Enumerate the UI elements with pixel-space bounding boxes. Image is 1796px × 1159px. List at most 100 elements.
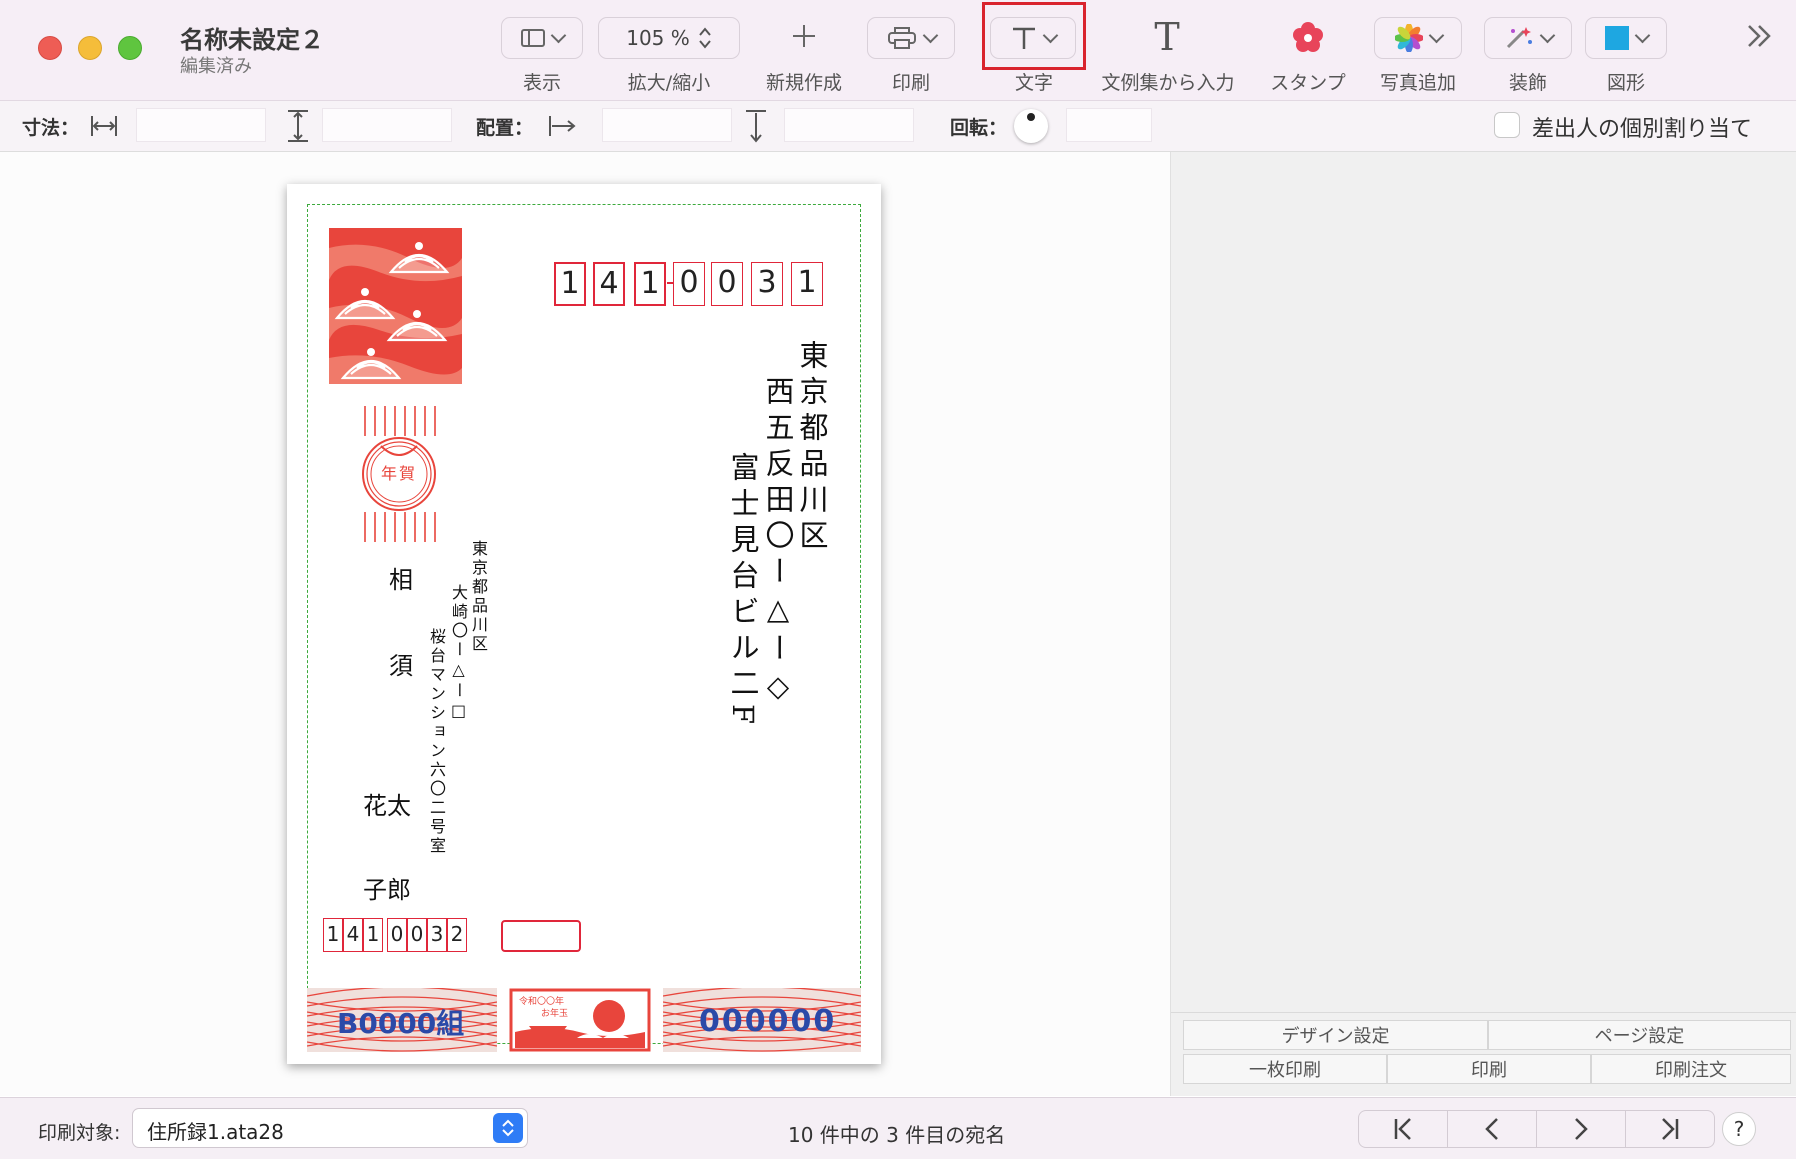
postmark-text: 年賀 (380, 464, 417, 483)
sender-zip-digit: 4 (343, 918, 363, 952)
sender-address-line-1[interactable]: 東京都品川区 (467, 540, 489, 654)
decoration-button[interactable] (1484, 17, 1572, 59)
new-label: 新規作成 (765, 72, 842, 94)
panel-divider (1171, 1012, 1796, 1013)
sender-zip-extra-box[interactable] (501, 920, 581, 952)
text-tool-icon (1012, 27, 1035, 49)
sender-name-4[interactable]: 子郎 (363, 870, 411, 905)
document-status: 編集済み (180, 56, 252, 77)
magic-wand-icon (1506, 27, 1532, 49)
width-input[interactable] (136, 108, 266, 142)
sender-name-2[interactable]: 須 (389, 646, 413, 681)
shape-button[interactable] (1585, 17, 1667, 59)
print-target-label: 印刷対象: (38, 1122, 121, 1144)
flower-stamp-icon (1293, 22, 1323, 52)
help-icon: ? (1733, 1117, 1745, 1141)
zoom-label: 拡大/縮小 (627, 72, 711, 94)
sender-address-line-2[interactable]: 大崎〇ー△ー□ (447, 584, 469, 723)
recipient-zip-digit: 0 (673, 262, 705, 306)
record-position: 10 件中の 3 件目の宛名 (788, 1123, 1006, 1147)
rotation-label: 回転： (950, 117, 1008, 139)
zoom-window-button[interactable] (118, 36, 142, 60)
chevron-right-icon (1575, 1118, 1588, 1140)
y-position-input[interactable] (784, 108, 914, 142)
status-bar: 印刷対象: 住所録1.ata28 10 件中の 3 件目の宛名 ? (0, 1097, 1796, 1159)
document-title: 名称未設定２ (180, 26, 324, 54)
postcard[interactable]: 年賀 1 4 1 0 0 3 1 東京都品川区 西五反田〇ー△ー◇ 富士見台ビル… (287, 184, 881, 1064)
sender-zip-digit: 0 (387, 918, 407, 952)
view-button[interactable] (501, 17, 583, 59)
banner-caption-2: お年玉 (541, 1009, 569, 1019)
square-shape-icon (1604, 26, 1629, 50)
inspector-panel: デザイン設定 ページ設定 一枚印刷 印刷 印刷注文 (1170, 152, 1796, 1096)
design-settings-button[interactable]: デザイン設定 (1183, 1020, 1488, 1050)
minimize-window-button[interactable] (78, 36, 102, 60)
sidebar-layout-icon (520, 29, 545, 47)
chevron-down-icon (1042, 27, 1058, 44)
recipient-address-line-1[interactable]: 東京都品川区 (794, 340, 830, 556)
printer-icon (887, 27, 916, 49)
sender-zip-digit: 2 (447, 918, 467, 952)
plus-icon (793, 25, 815, 47)
zoom-value: 105 % (626, 26, 690, 50)
sender-name-1[interactable]: 相 (389, 560, 413, 595)
print-order-button[interactable]: 印刷注文 (1591, 1054, 1791, 1084)
recipient-address-line-3[interactable]: 富士見台ビル二F (725, 452, 761, 731)
serif-t-icon: T (1154, 15, 1180, 59)
recipient-address-line-2[interactable]: 西五反田〇ー△ー◇ (760, 376, 796, 710)
next-record-button[interactable] (1536, 1110, 1626, 1148)
print-button[interactable] (867, 17, 955, 59)
toolbar-overflow-button[interactable] (1742, 14, 1776, 58)
skip-first-icon (1394, 1118, 1411, 1140)
text-button[interactable] (990, 17, 1076, 59)
template-text-button[interactable]: T (1136, 14, 1198, 62)
close-window-button[interactable] (38, 36, 62, 60)
first-record-button[interactable] (1358, 1110, 1448, 1148)
height-input[interactable] (322, 108, 452, 142)
view-label: 表示 (522, 72, 561, 94)
chevron-down-icon (1428, 27, 1444, 44)
sender-address-line-3[interactable]: 桜台マンション六〇二号室 (425, 628, 447, 856)
stepper-icon (698, 27, 711, 49)
last-record-button[interactable] (1625, 1110, 1715, 1148)
chevron-down-icon (1539, 27, 1555, 44)
select-stepper-icon (493, 1113, 523, 1143)
lottery-number: 000000 (699, 1004, 837, 1039)
zoom-control[interactable]: 105 % (598, 17, 740, 59)
previous-record-button[interactable] (1447, 1110, 1537, 1148)
chevron-down-icon (1634, 27, 1650, 44)
help-button[interactable]: ? (1722, 1112, 1756, 1146)
recipient-zip-digit: 0 (711, 262, 743, 306)
single-print-button[interactable]: 一枚印刷 (1183, 1054, 1387, 1084)
new-button[interactable] (772, 14, 836, 58)
photo-add-button[interactable] (1374, 17, 1462, 59)
size-label: 寸法： (22, 117, 80, 139)
sender-name-3[interactable]: 花太 (363, 786, 411, 821)
template-text-label: 文例集から入力 (1101, 72, 1235, 94)
height-icon (288, 110, 308, 142)
new-year-stamp-image[interactable] (329, 228, 462, 384)
position-label: 配置： (476, 117, 534, 139)
sender-zip-digit: 1 (323, 918, 343, 952)
recipient-zip-digit: 1 (791, 262, 823, 306)
x-position-input[interactable] (602, 108, 732, 142)
text-label: 文字 (1014, 72, 1053, 94)
sender-assign-label: 差出人の個別割り当て (1532, 117, 1753, 142)
page-settings-button[interactable]: ページ設定 (1488, 1020, 1791, 1050)
recipient-zip-digit: 4 (593, 262, 625, 306)
rotation-dial[interactable] (1014, 109, 1048, 143)
recipient-zip-digit: 1 (554, 262, 586, 306)
print-target-select[interactable]: 住所録1.ata28 (132, 1108, 528, 1148)
sender-assign-checkbox[interactable] (1494, 112, 1520, 138)
double-chevron-right-icon (1748, 25, 1771, 47)
print-target-value: 住所録1.ata28 (147, 1120, 284, 1144)
property-bar: 寸法： 配置： 回転： 差出人の個別割り当て (0, 101, 1796, 152)
stamp-button[interactable] (1290, 14, 1326, 58)
skip-last-icon (1662, 1118, 1679, 1140)
decoration-label: 装飾 (1508, 72, 1547, 94)
rotation-input[interactable] (1066, 108, 1152, 142)
sender-zip-digit: 3 (427, 918, 447, 952)
stamp-label: スタンプ (1270, 72, 1346, 94)
panel-print-button[interactable]: 印刷 (1387, 1054, 1591, 1084)
rotation-dot-icon (1027, 113, 1035, 121)
